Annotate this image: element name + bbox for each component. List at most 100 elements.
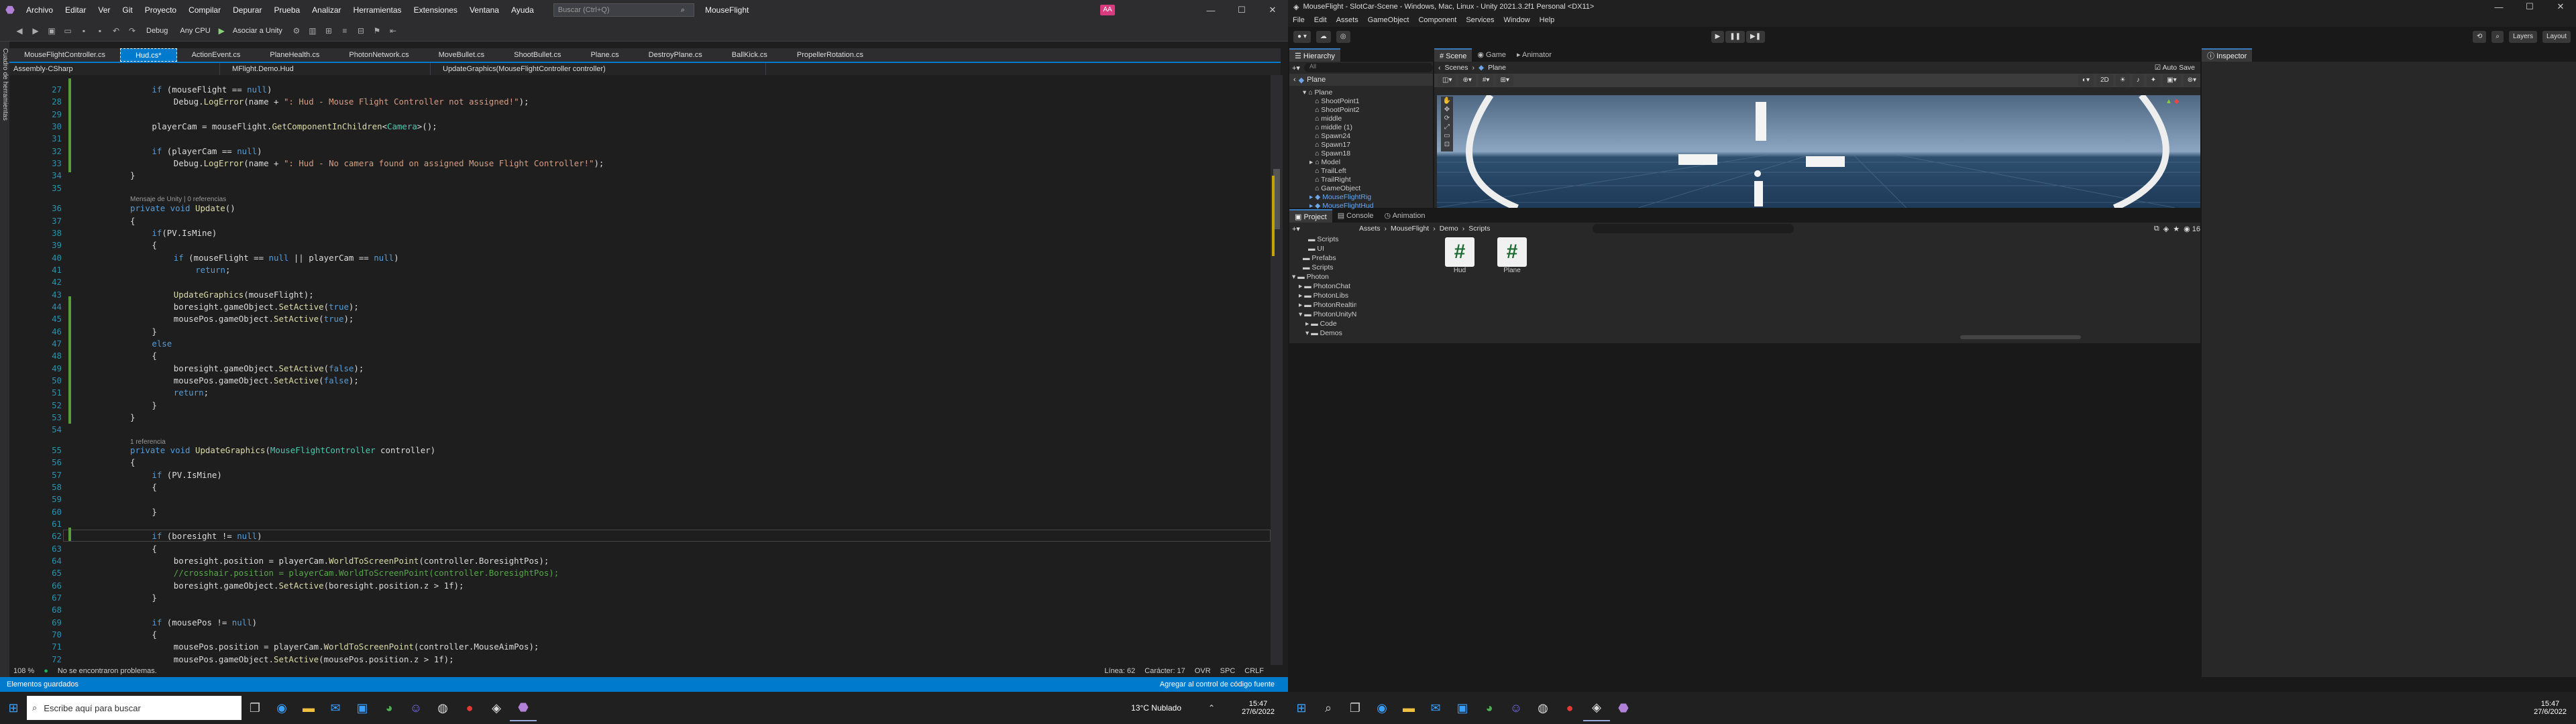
- clock[interactable]: 15:47 27/6/2022: [1242, 700, 1275, 716]
- code-line[interactable]: {: [152, 482, 156, 492]
- tab-hierarchy[interactable]: ☰ Hierarchy: [1289, 48, 1340, 62]
- menu-editar[interactable]: Editar: [59, 0, 92, 20]
- windows-start-icon[interactable]: ⊞: [1288, 695, 1315, 721]
- code-line[interactable]: {: [152, 629, 156, 640]
- editor-scrollbar[interactable]: [1271, 75, 1283, 665]
- tree-item[interactable]: ▾ ▬ Demos: [1305, 328, 1342, 339]
- close-icon[interactable]: ✕: [1257, 5, 1288, 15]
- task-view-icon[interactable]: ❐: [1342, 695, 1368, 721]
- attach-button[interactable]: Asociar a Unity: [229, 24, 286, 38]
- global-icon[interactable]: ⊕▾: [1458, 74, 1476, 86]
- breadcrumb-item[interactable]: MouseFlight: [1391, 225, 1429, 233]
- source-control-button[interactable]: Agregar al control de código fuente: [1160, 680, 1275, 688]
- toolbar-icon[interactable]: ⇤: [387, 25, 399, 37]
- save-all-icon[interactable]: ▪: [94, 25, 106, 37]
- taskbar-search[interactable]: ⌕ Escribe aquí para buscar: [27, 696, 241, 720]
- menu-extensiones[interactable]: Extensiones: [408, 0, 464, 20]
- code-line[interactable]: if (boresight != null): [152, 531, 262, 541]
- tab-file-active[interactable]: Hud.cs*: [120, 48, 177, 62]
- snap-icon[interactable]: ⊞▾: [1496, 74, 1513, 86]
- tree-item[interactable]: ▾ ▬ PhotonUnityNetworking: [1299, 310, 1356, 320]
- code-line[interactable]: mousePos.position = playerCam.WorldToScr…: [174, 642, 539, 652]
- line-ending[interactable]: CRLF: [1244, 667, 1264, 675]
- tree-item[interactable]: ▾ ▬ Photon: [1292, 272, 1329, 282]
- visual-studio-icon[interactable]: ⬣: [1610, 695, 1637, 721]
- code-line[interactable]: Debug.LogError(name + ": Hud - Mouse Fli…: [174, 97, 529, 107]
- platform-select[interactable]: Any CPU: [176, 24, 214, 38]
- menu-file[interactable]: File: [1288, 16, 1309, 24]
- breadcrumb-item[interactable]: Assets: [1359, 225, 1381, 233]
- code-line[interactable]: boresight.gameObject.SetActive(boresight…: [174, 581, 464, 591]
- menu-assets[interactable]: Assets: [1332, 16, 1363, 24]
- breadcrumb-item[interactable]: Scripts: [1468, 225, 1490, 233]
- tree-item[interactable]: ▸ ▬ PhotonLibs: [1299, 291, 1348, 301]
- mail-icon[interactable]: ✉: [322, 695, 349, 721]
- code-line[interactable]: else: [152, 339, 172, 349]
- spc-mode[interactable]: SPC: [1220, 667, 1236, 675]
- code-line[interactable]: boresight.gameObject.SetActive(false);: [174, 363, 364, 373]
- transform-tools[interactable]: ✋ ✥ ⟳ ⤢ ▭ ⊡: [1441, 97, 1453, 149]
- issues-status[interactable]: No se encontraron problemas.: [58, 667, 157, 675]
- play-icon[interactable]: ▶: [219, 26, 225, 36]
- step-icon[interactable]: ▶❚: [1746, 31, 1766, 43]
- search-icon[interactable]: ⌕: [1315, 695, 1342, 721]
- toolbox-sidebar[interactable]: Cuadro de herramientas: [0, 42, 9, 677]
- breadcrumb-scenes[interactable]: Scenes: [1445, 64, 1468, 72]
- toolbar-icon[interactable]: ▥: [307, 25, 319, 37]
- tab-file[interactable]: Plane.cs: [576, 48, 633, 62]
- code-line[interactable]: }: [152, 507, 156, 517]
- toolbox-label[interactable]: Cuadro de herramientas: [1, 48, 9, 121]
- bookmark-icon[interactable]: ⚑: [371, 25, 383, 37]
- tree-item[interactable]: ▸ ▬ PhotonChat: [1299, 282, 1350, 292]
- menu-herramientas[interactable]: Herramientas: [347, 0, 408, 20]
- code-line[interactable]: //crosshair.position = playerCam.WorldTo…: [174, 568, 559, 578]
- code-line[interactable]: if(PV.IsMine): [152, 228, 217, 238]
- toolbar-icon[interactable]: ⚙: [290, 25, 303, 37]
- fx-icon[interactable]: ✦: [2146, 74, 2161, 86]
- tree-item[interactable]: ▸ ▬ Code: [1305, 319, 1337, 329]
- menu-proyecto[interactable]: Proyecto: [139, 0, 182, 20]
- menu-prueba[interactable]: Prueba: [268, 0, 306, 20]
- zoom-level[interactable]: 108 %: [13, 667, 34, 675]
- cloud-icon[interactable]: ☁: [1316, 31, 1331, 43]
- code-line[interactable]: private void Update(): [130, 203, 235, 213]
- config-select[interactable]: Debug: [142, 24, 172, 38]
- tree-item[interactable]: ▸ ▬ PhotonRealtime: [1299, 300, 1356, 310]
- menu-edit[interactable]: Edit: [1309, 16, 1332, 24]
- 2d-toggle[interactable]: 2D: [2096, 74, 2113, 86]
- layout-dropdown[interactable]: Layout: [2542, 31, 2571, 43]
- code-line[interactable]: mousePos.gameObject.SetActive(mousePos.p…: [174, 654, 454, 664]
- menu-gameobject[interactable]: GameObject: [1363, 16, 1414, 24]
- open-icon[interactable]: ▭: [62, 25, 74, 37]
- store-icon[interactable]: ▣: [349, 695, 376, 721]
- tab-project[interactable]: ▣ Project: [1289, 209, 1332, 223]
- code-line[interactable]: }: [152, 400, 156, 410]
- forward-icon[interactable]: ▶: [30, 25, 42, 37]
- menu-component[interactable]: Component: [1413, 16, 1461, 24]
- maximize-icon[interactable]: ☐: [2514, 1, 2545, 12]
- explorer-icon[interactable]: ▬: [1395, 695, 1422, 721]
- weather[interactable]: 13°C Nublado: [1131, 703, 1181, 713]
- pause-icon[interactable]: ❚❚: [1725, 31, 1746, 43]
- toolbar-icon[interactable]: ⊞: [323, 25, 335, 37]
- code-line[interactable]: }: [130, 170, 135, 180]
- code-line[interactable]: }: [130, 412, 135, 422]
- code-line[interactable]: if (mouseFlight == null || playerCam == …: [174, 253, 399, 263]
- code-line[interactable]: UpdateGraphics(mouseFlight);: [174, 290, 314, 300]
- code-line[interactable]: private void UpdateGraphics(MouseFlightC…: [130, 445, 435, 455]
- menu-git[interactable]: Git: [116, 0, 138, 20]
- menu-compilar[interactable]: Compilar: [182, 0, 227, 20]
- edge-icon[interactable]: ◉: [268, 695, 295, 721]
- recorder-icon[interactable]: ●: [456, 695, 483, 721]
- icon-size-slider[interactable]: [1960, 335, 2081, 339]
- back-icon[interactable]: ‹: [1293, 76, 1296, 84]
- unity-icon[interactable]: ◈: [1583, 695, 1610, 721]
- code-line[interactable]: mousePos.gameObject.SetActive(true);: [174, 314, 354, 324]
- code-line[interactable]: playerCam = mouseFlight.GetComponentInCh…: [152, 121, 437, 131]
- maximize-icon[interactable]: ☐: [1226, 5, 1257, 15]
- explorer-icon[interactable]: ▬: [295, 695, 322, 721]
- code-line[interactable]: if (mousePos != null): [152, 617, 257, 627]
- audio-icon[interactable]: ♪: [2132, 74, 2144, 86]
- code-line[interactable]: {: [152, 240, 156, 250]
- unity-icon[interactable]: ◈: [483, 695, 510, 721]
